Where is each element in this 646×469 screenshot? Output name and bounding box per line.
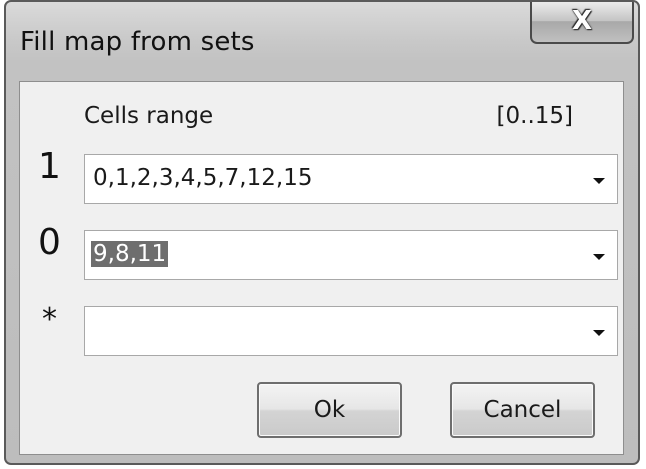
set-1-combobox[interactable]: 0,1,2,3,4,5,7,12,15 bbox=[84, 154, 618, 204]
title-bar: Fill map from sets X bbox=[6, 2, 638, 82]
row-label-0: 0 bbox=[38, 222, 61, 263]
set-star-combobox[interactable] bbox=[84, 306, 618, 356]
row-label-1: 1 bbox=[38, 146, 61, 187]
chevron-down-icon[interactable] bbox=[593, 330, 605, 336]
ok-button[interactable]: Ok bbox=[257, 382, 402, 438]
cells-range-label: Cells range bbox=[84, 103, 214, 129]
cancel-button[interactable]: Cancel bbox=[450, 382, 595, 438]
fill-map-dialog: Fill map from sets X Cells range [0..15]… bbox=[4, 0, 640, 465]
set-0-value[interactable]: 9,8,11 bbox=[91, 241, 169, 267]
cells-range-value: [0..15] bbox=[496, 103, 573, 129]
chevron-down-icon[interactable] bbox=[593, 178, 605, 184]
close-icon: X bbox=[571, 6, 593, 36]
dialog-content: Cells range [0..15] 1 0,1,2,3,4,5,7,12,1… bbox=[19, 81, 624, 455]
chevron-down-icon[interactable] bbox=[593, 254, 605, 260]
close-button[interactable]: X bbox=[530, 2, 634, 44]
set-0-combobox[interactable]: 9,8,11 bbox=[84, 230, 618, 280]
row-label-star: * bbox=[42, 302, 57, 337]
set-1-value[interactable]: 0,1,2,3,4,5,7,12,15 bbox=[93, 165, 312, 191]
dialog-title: Fill map from sets bbox=[20, 27, 255, 57]
